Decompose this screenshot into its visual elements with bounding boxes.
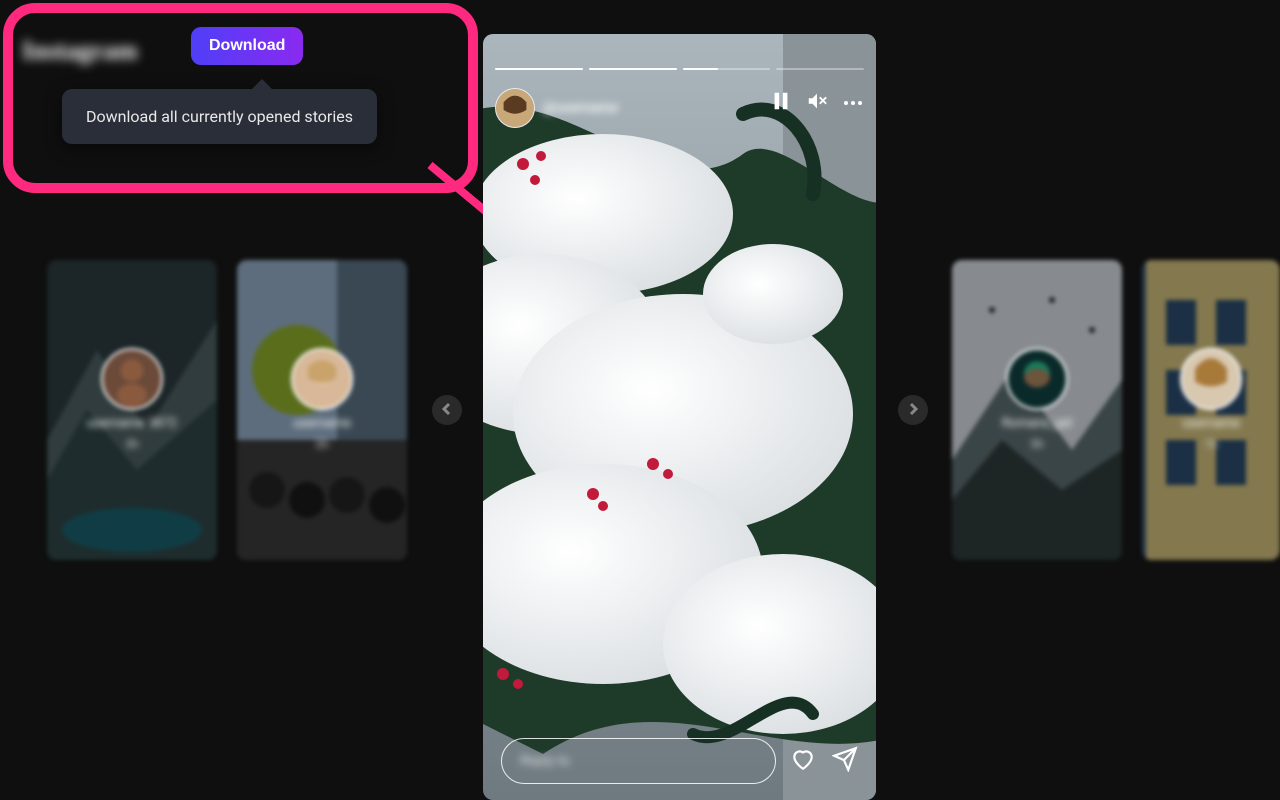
volume-muted-icon bbox=[806, 90, 828, 116]
preview-avatar bbox=[101, 348, 163, 410]
preview-timestamp: 1h bbox=[1204, 437, 1217, 451]
pause-button[interactable] bbox=[770, 92, 792, 114]
progress-segment bbox=[776, 68, 864, 70]
like-button[interactable] bbox=[790, 746, 816, 776]
story-preview-card[interactable]: username 1h bbox=[1142, 260, 1280, 560]
download-button[interactable]: Download bbox=[191, 27, 303, 65]
previous-story-button[interactable] bbox=[432, 395, 462, 425]
progress-segment bbox=[495, 68, 583, 70]
preview-username: username bbox=[1182, 416, 1240, 431]
download-tooltip: Download all currently opened stories bbox=[62, 89, 377, 144]
preview-timestamp: 3h bbox=[125, 437, 138, 451]
send-icon bbox=[832, 757, 858, 776]
story-preview-card[interactable]: Romans_jail 5h bbox=[952, 260, 1122, 560]
preview-username: username 3872 bbox=[87, 416, 177, 431]
preview-username: Romans_jail bbox=[1002, 416, 1072, 431]
share-button[interactable] bbox=[832, 746, 858, 776]
chevron-left-icon bbox=[440, 401, 454, 420]
story-progress-bar bbox=[495, 68, 864, 70]
story-preview-card[interactable]: username 3872 3h bbox=[47, 260, 217, 560]
preview-timestamp: 2h bbox=[315, 437, 328, 451]
reply-placeholder: Reply to bbox=[520, 753, 570, 769]
more-icon bbox=[844, 101, 862, 105]
story-author-username[interactable]: @username bbox=[543, 100, 618, 116]
story-viewer[interactable]: @username Reply to bbox=[483, 34, 876, 800]
progress-segment bbox=[683, 68, 771, 70]
story-preview-card[interactable]: username 2h bbox=[237, 260, 407, 560]
pause-icon bbox=[770, 90, 792, 116]
reply-input[interactable]: Reply to bbox=[501, 738, 776, 784]
preview-username: username bbox=[293, 416, 351, 431]
more-options-button[interactable] bbox=[842, 92, 864, 114]
story-author-avatar[interactable] bbox=[495, 88, 535, 128]
progress-segment bbox=[589, 68, 677, 70]
preview-avatar bbox=[291, 348, 353, 410]
preview-avatar bbox=[1180, 348, 1242, 410]
chevron-right-icon bbox=[906, 401, 920, 420]
next-story-button[interactable] bbox=[898, 395, 928, 425]
preview-timestamp: 5h bbox=[1030, 437, 1043, 451]
story-media bbox=[483, 34, 876, 800]
app-logo: Instagram bbox=[22, 36, 138, 66]
mute-button[interactable] bbox=[806, 92, 828, 114]
heart-icon bbox=[790, 757, 816, 776]
preview-avatar bbox=[1006, 348, 1068, 410]
